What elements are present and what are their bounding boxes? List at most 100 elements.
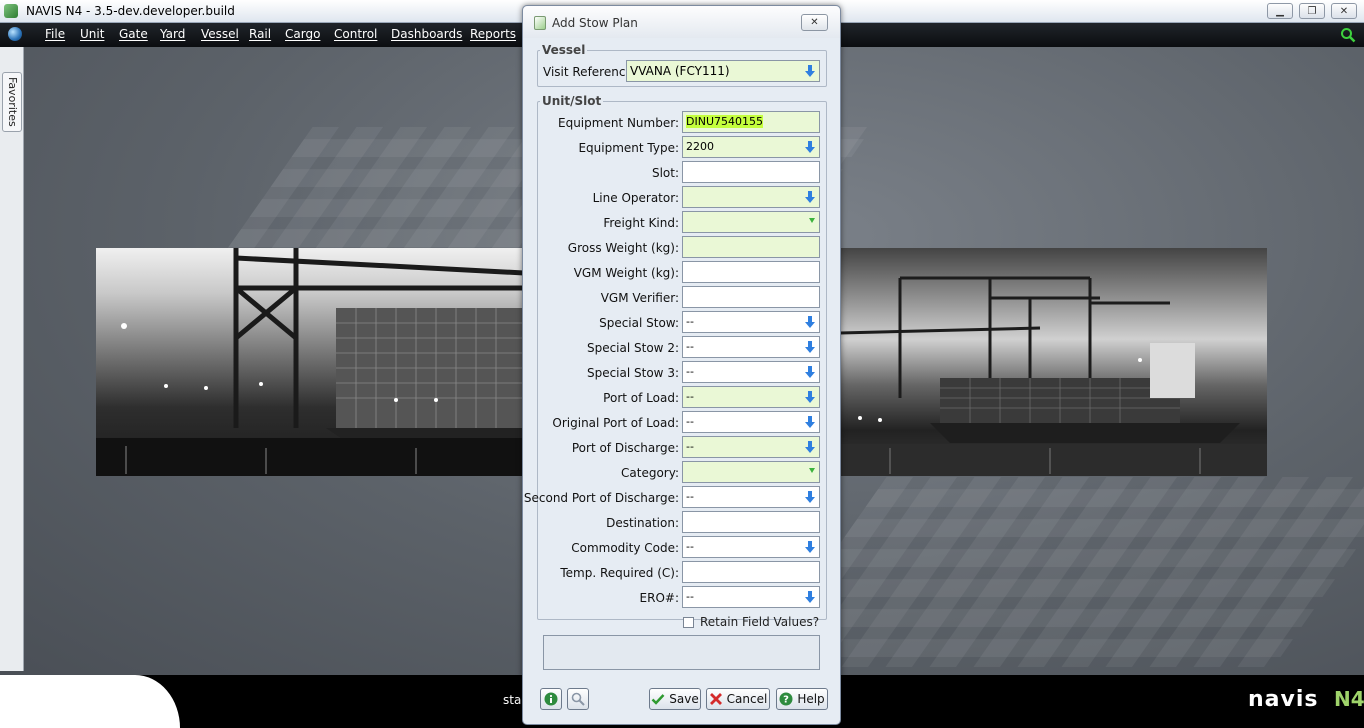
vgm-verifier-label: VGM Verifier: [600, 291, 679, 305]
port-of-load-value: -- [686, 390, 694, 403]
x-mark-icon [709, 693, 722, 705]
background-grid-decoration-lower [753, 477, 1364, 667]
ero-dropdown[interactable]: -- [682, 586, 820, 608]
dropdown-arrow-icon[interactable] [804, 190, 816, 204]
dropdown-arrow-icon[interactable] [804, 440, 816, 454]
bottom-wave-decoration [0, 675, 180, 728]
menu-reports[interactable]: Reports [470, 27, 516, 41]
port-of-load-label: Port of Load: [603, 391, 679, 405]
ero-label: ERO#: [639, 591, 679, 605]
line-operator-label: Line Operator: [592, 191, 679, 205]
maximize-button[interactable]: ❐ [1299, 3, 1325, 19]
port-photo-left [96, 248, 524, 476]
info-button[interactable] [540, 688, 562, 710]
dialog-close-button[interactable]: ✕ [801, 14, 828, 31]
svg-text:?: ? [783, 695, 789, 706]
destination-input[interactable] [682, 511, 820, 533]
dropdown-arrow-icon[interactable] [804, 64, 816, 78]
message-area [543, 635, 820, 670]
dropdown-arrow-icon[interactable] [804, 490, 816, 504]
commodity-code-value: -- [686, 540, 694, 553]
unit-slot-legend: Unit/Slot [542, 94, 602, 108]
special-stow-dropdown[interactable]: -- [682, 311, 820, 333]
commodity-code-dropdown[interactable]: -- [682, 536, 820, 558]
dropdown-arrow-icon[interactable] [804, 540, 816, 554]
save-button-label: Save [669, 692, 699, 706]
magnifier-icon [571, 692, 585, 706]
dropdown-arrow-icon[interactable] [804, 140, 816, 154]
vgm-weight-input[interactable] [682, 261, 820, 283]
dropdown-arrow-icon[interactable] [804, 315, 816, 329]
port-photo-right [840, 248, 1267, 476]
menu-dashboards[interactable]: Dashboards [391, 27, 462, 41]
cancel-button[interactable]: Cancel [706, 688, 770, 710]
special-stow-value: -- [686, 315, 694, 328]
help-button-label: Help [797, 692, 825, 706]
dropdown-arrow-icon[interactable] [804, 590, 816, 604]
special-stow-2-dropdown[interactable]: -- [682, 336, 820, 358]
visit-reference-label: Visit Reference: [543, 65, 637, 79]
temp-required-input[interactable] [682, 561, 820, 583]
favorites-label: Favorites [6, 77, 19, 127]
visit-reference-dropdown[interactable]: VVANA (FCY111) [626, 60, 820, 82]
special-stow-2-value: -- [686, 340, 694, 353]
vgm-weight-label: VGM Weight (kg): [573, 266, 679, 280]
equipment-number-value: DINU7540155 [686, 115, 763, 128]
original-port-of-load-value: -- [686, 415, 694, 428]
menu-rail[interactable]: Rail [249, 27, 271, 41]
dialog-app-icon [534, 16, 546, 30]
equipment-type-dropdown[interactable]: 2200 [682, 136, 820, 158]
slot-input[interactable] [682, 161, 820, 183]
menu-control[interactable]: Control [334, 27, 377, 41]
close-window-button[interactable]: ✕ [1331, 3, 1357, 19]
cancel-button-label: Cancel [726, 692, 768, 706]
add-stow-plan-dialog: Add Stow Plan ✕ Vessel Visit Reference: … [522, 5, 841, 725]
dropdown-arrow-icon[interactable] [804, 390, 816, 404]
caret-down-icon[interactable] [809, 218, 815, 223]
n4-logo: N4 [1334, 687, 1364, 711]
category-label: Category: [621, 466, 679, 480]
globe-icon[interactable] [8, 27, 22, 41]
category-select[interactable] [682, 461, 820, 483]
retain-field-values-checkbox[interactable] [683, 617, 694, 628]
port-of-discharge-value: -- [686, 440, 694, 453]
search-icon[interactable] [1340, 27, 1356, 43]
slot-label: Slot: [651, 166, 679, 180]
second-port-of-discharge-dropdown[interactable]: -- [682, 486, 820, 508]
crane-illustration-left [96, 248, 524, 476]
dialog-title: Add Stow Plan [552, 16, 638, 30]
checkmark-icon [651, 694, 665, 705]
help-icon: ? [779, 692, 793, 706]
second-port-of-discharge-label: Second Port of Discharge: [523, 491, 679, 505]
favorites-sidebar: Favorites [0, 47, 24, 671]
save-button[interactable]: Save [649, 688, 701, 710]
crane-illustration-right [840, 276, 1267, 476]
gross-weight-input[interactable] [682, 236, 820, 258]
app-icon [4, 4, 18, 18]
port-of-discharge-dropdown[interactable]: -- [682, 436, 820, 458]
minimize-button[interactable]: ▁ [1267, 3, 1293, 19]
dropdown-arrow-icon[interactable] [804, 415, 816, 429]
dropdown-arrow-icon[interactable] [804, 340, 816, 354]
menu-yard[interactable]: Yard [160, 27, 185, 41]
special-stow-label: Special Stow: [599, 316, 679, 330]
vgm-verifier-input[interactable] [682, 286, 820, 308]
special-stow-3-dropdown[interactable]: -- [682, 361, 820, 383]
menu-file[interactable]: File [45, 27, 65, 41]
favorites-tab[interactable]: Favorites [2, 72, 22, 132]
caret-down-icon[interactable] [809, 468, 815, 473]
dialog-titlebar[interactable]: Add Stow Plan ✕ [523, 6, 840, 38]
original-port-of-load-label: Original Port of Load: [552, 416, 679, 430]
help-button[interactable]: ? Help [776, 688, 828, 710]
freight-kind-select[interactable] [682, 211, 820, 233]
menu-unit[interactable]: Unit [80, 27, 104, 41]
menu-vessel[interactable]: Vessel [201, 27, 239, 41]
menu-cargo[interactable]: Cargo [285, 27, 320, 41]
original-port-of-load-dropdown[interactable]: -- [682, 411, 820, 433]
menu-gate[interactable]: Gate [119, 27, 148, 41]
dropdown-arrow-icon[interactable] [804, 365, 816, 379]
port-of-load-dropdown[interactable]: -- [682, 386, 820, 408]
equipment-number-input[interactable]: DINU7540155 [682, 111, 820, 133]
inspect-button[interactable] [567, 688, 589, 710]
line-operator-dropdown[interactable] [682, 186, 820, 208]
